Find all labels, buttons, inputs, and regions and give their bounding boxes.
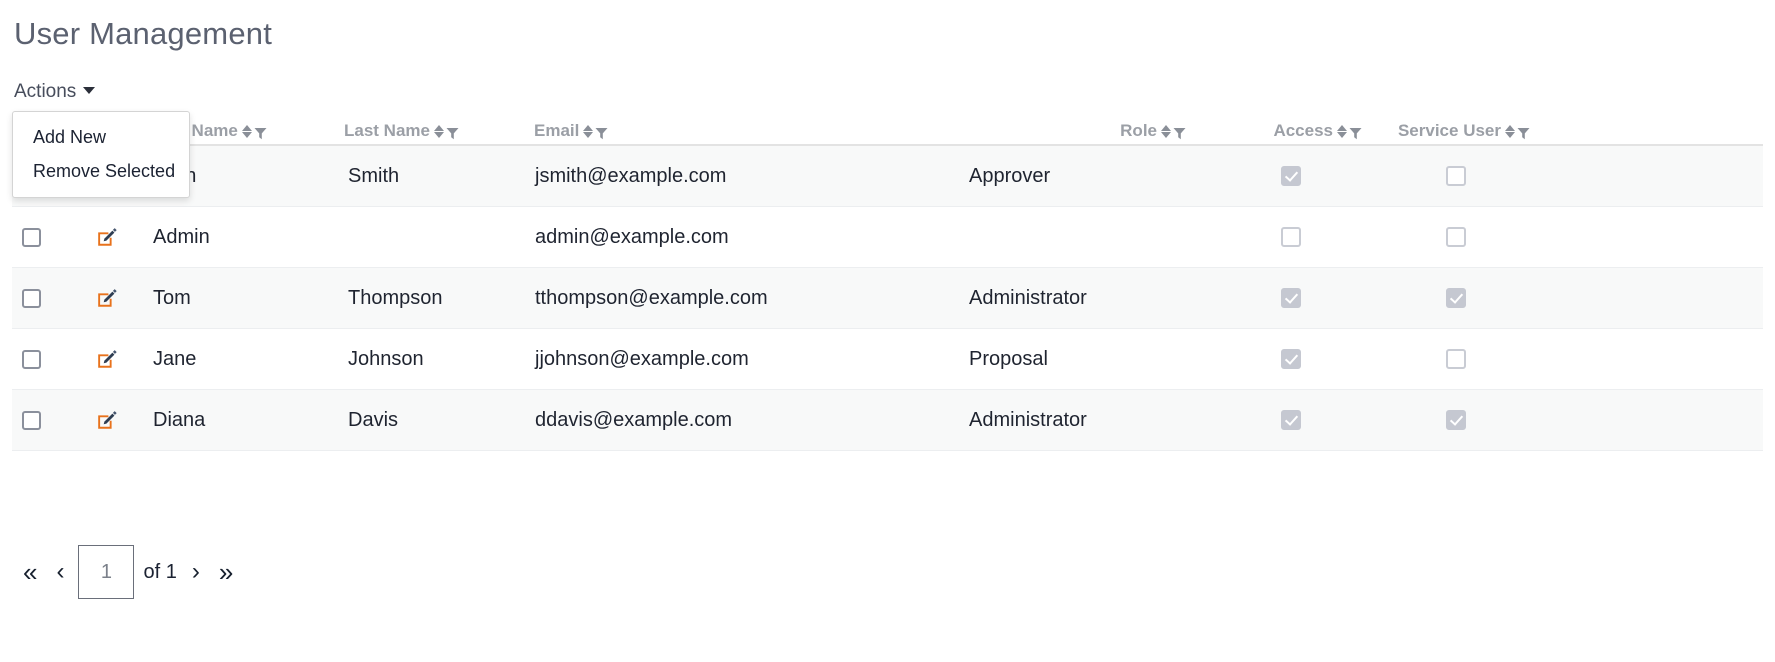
column-header-last-name-label: Last Name <box>344 121 430 140</box>
sort-icon[interactable] <box>1161 124 1172 139</box>
service-user-checkbox <box>1446 166 1466 186</box>
cell-access <box>1210 288 1368 308</box>
column-header-email-label: Email <box>534 121 580 140</box>
access-checkbox <box>1281 349 1301 369</box>
user-grid: First Name Last Name Email Role Access S… <box>12 100 1763 451</box>
filter-icon[interactable] <box>1349 125 1362 139</box>
cell-role: Administrator <box>969 287 1087 309</box>
cell-email: admin@example.com <box>535 226 729 248</box>
next-page-button[interactable]: › <box>182 557 210 587</box>
cell-first-name: Jane <box>153 348 197 370</box>
table-row[interactable]: Admin admin@example.com <box>12 207 1763 268</box>
cell-email: jsmith@example.com <box>535 165 727 187</box>
cell-role: Proposal <box>969 348 1048 370</box>
service-user-checkbox <box>1446 227 1466 247</box>
caret-down-icon <box>83 87 96 94</box>
cell-service-user <box>1368 166 1558 186</box>
cell-first-name: Diana <box>153 409 206 431</box>
column-header-service-user[interactable]: Service User <box>1368 121 1558 141</box>
cell-last-name: Johnson <box>348 348 424 370</box>
cell-last-name: Smith <box>348 165 400 187</box>
row-select-checkbox[interactable] <box>22 349 41 369</box>
actions-dropdown-menu: Add New Remove Selected <box>12 111 190 198</box>
access-checkbox <box>1281 288 1301 308</box>
column-header-service-user-label: Service User <box>1397 121 1501 140</box>
row-edit-cell <box>64 347 150 371</box>
grid-body: JohnSmithjsmith@example.comApproverAdmin… <box>12 146 1763 451</box>
row-select-cell <box>12 410 64 430</box>
access-checkbox <box>1281 410 1301 430</box>
cell-first-name: Tom <box>153 287 191 309</box>
row-select-checkbox[interactable] <box>22 410 41 430</box>
page-count-label: of 1 <box>143 561 177 583</box>
access-checkbox <box>1281 166 1301 186</box>
filter-icon[interactable] <box>254 125 267 139</box>
cell-email: tthompson@example.com <box>535 287 768 309</box>
sort-icon[interactable] <box>433 124 445 139</box>
cell-service-user <box>1368 227 1558 247</box>
service-user-checkbox <box>1446 410 1466 430</box>
column-header-last-name[interactable]: Last Name <box>344 121 534 141</box>
table-row[interactable]: JohnSmithjsmith@example.comApprover <box>12 146 1763 207</box>
cell-last-name: Thompson <box>348 287 443 309</box>
access-checkbox <box>1281 227 1301 247</box>
cell-service-user <box>1368 410 1558 430</box>
filter-icon[interactable] <box>1173 125 1186 139</box>
row-edit-cell <box>64 286 150 310</box>
row-select-checkbox[interactable] <box>22 288 41 308</box>
sort-icon[interactable] <box>583 124 594 139</box>
row-select-cell <box>12 349 64 369</box>
table-row[interactable]: Jane Johnson jjohnson@example.com Proposal <box>12 329 1763 390</box>
table-row[interactable]: Tom Thompson tthompson@example.com Administ… <box>12 268 1763 329</box>
menu-item-remove-selected[interactable]: Remove Selected <box>13 155 189 189</box>
filter-icon[interactable] <box>446 125 459 139</box>
column-header-role[interactable]: Role <box>952 121 1210 141</box>
row-select-checkbox[interactable] <box>22 227 41 247</box>
cell-access <box>1210 227 1368 247</box>
filter-icon[interactable] <box>595 125 608 139</box>
column-header-access-label: Access <box>1273 121 1333 140</box>
cell-access <box>1210 410 1368 430</box>
cell-email: ddavis@example.com <box>535 409 733 431</box>
row-edit-cell <box>64 408 150 432</box>
service-user-checkbox <box>1446 288 1466 308</box>
edit-icon[interactable] <box>95 225 119 249</box>
table-row[interactable]: Diana Davis ddavis@example.com Administrato… <box>12 390 1763 451</box>
filter-icon[interactable] <box>1517 125 1530 139</box>
cell-email: jjohnson@example.com <box>535 348 749 370</box>
row-select-cell <box>12 288 64 308</box>
cell-role: Administrator <box>969 409 1087 431</box>
column-header-email[interactable]: Email <box>534 121 952 141</box>
edit-icon[interactable] <box>95 347 119 371</box>
edit-icon[interactable] <box>95 408 119 432</box>
sort-icon[interactable] <box>1505 124 1516 139</box>
sort-icon[interactable] <box>241 124 253 139</box>
grid-header-row: First Name Last Name Email Role Access S… <box>12 100 1763 146</box>
menu-item-add-new[interactable]: Add New <box>13 121 189 155</box>
column-header-access[interactable]: Access <box>1210 121 1368 141</box>
previous-page-button[interactable]: ‹ <box>46 557 74 587</box>
cell-access <box>1210 166 1368 186</box>
row-select-cell <box>12 227 64 247</box>
first-page-button[interactable]: « <box>14 557 46 587</box>
service-user-checkbox <box>1446 349 1466 369</box>
page-title: User Management <box>14 16 273 51</box>
column-header-role-label: Role <box>1120 121 1157 140</box>
cell-service-user <box>1368 288 1558 308</box>
cell-service-user <box>1368 349 1558 369</box>
last-page-button[interactable]: » <box>210 557 242 587</box>
page-number-input[interactable] <box>78 545 135 599</box>
row-edit-cell <box>64 225 150 249</box>
pagination: « ‹ of 1 › » <box>14 545 242 599</box>
edit-icon[interactable] <box>95 286 119 310</box>
cell-access <box>1210 349 1368 369</box>
sort-icon[interactable] <box>1337 124 1348 139</box>
cell-first-name: Admin <box>153 226 210 248</box>
cell-role: Approver <box>969 165 1051 187</box>
cell-last-name: Davis <box>348 409 399 431</box>
